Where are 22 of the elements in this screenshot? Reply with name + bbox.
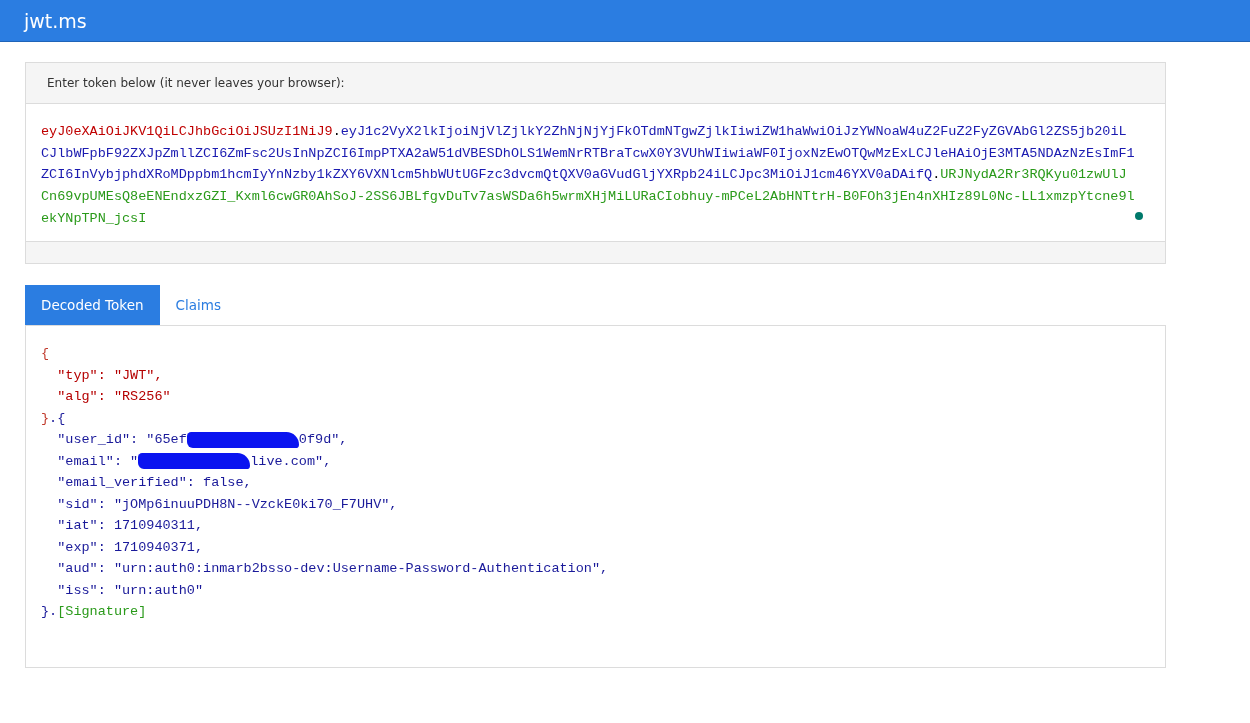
app-title: jwt.ms [24, 9, 87, 32]
code-text: "iss": "urn:auth0" [56, 582, 204, 598]
panel-heading: Enter token below (it never leaves your browser): [47, 76, 345, 90]
code-text: "typ": "JWT", [56, 367, 163, 383]
code-text: { [41, 346, 50, 362]
tab[interactable]: Decoded Token [25, 285, 160, 325]
code-text: }. [41, 604, 58, 620]
code-text: "sid": "jOMp6inuuPDH8N--VzckE0ki70_F7UHV", [56, 496, 398, 512]
code-text: 0f9d", [298, 432, 348, 448]
code-text: "email": " [56, 453, 139, 469]
code-text: [Signature] [57, 604, 147, 620]
code-text: live.com", [250, 453, 332, 469]
code-text: "user_id": "65ef [56, 432, 187, 448]
code-text: "exp": 1710940371, [56, 539, 204, 555]
tab[interactable]: Claims [159, 285, 237, 325]
code-text: "iat": 1710940311, [56, 518, 204, 534]
code-text: } [41, 410, 50, 426]
code-text: "email_verified": false, [56, 475, 252, 491]
code-text: "alg": "RS256" [56, 389, 171, 405]
token-text: eyJ0eXAiOiJKV1QiLCJhbGciOiJSUzI1NiJ9.eyJ1c2VyX2lkIjoiNjVlZjlkY2ZhNjNjYjFkOTdmNTgwZjlkIiwiZW1haWwiOiJzYWNoaW4uZ2FuZ2FyZGVAbGl2ZS5jb20iLCJlbWFpbF92ZXJpZmllZCI6ZmFsc2UsInNpZCI6ImpPTXA2aW51dVBESDhOLS1WemNrRTBraTcwX0Y3VUhWIiwiaWF0IjoxNzEwOTQwMzExLCJleHAiOjE3MTA5NDAzNzEsImF1ZCI6InVybjphdXRoMDppbm1hcmIyYnNzby1kZXY6VXNlcm5hbWUtUGFzc3dvcmQtQXV0aGVudGljYXRpb24iLCJpc3MiOiJ1cm46YXV0aDAifQ.URJNydA2Rr3RQKyu01zwUlJCn69vpUMEsQ8eENEndxzGZI_Kxml6cwGR0AhSoJ-2SS6JBLfgvDuTv7asWSDa6h5wrmXHjMiLURaCIobhuy-mPCeL2AbHNTtrH-B0FOh3jEn4nXHIz89L0Nc-LL1xmzpYtcne9lekYNpTPN_jcsI [41, 123, 1135, 228]
code-text: .{ [49, 410, 66, 426]
code-text: "aud": "urn:auth0:inmarb2bsso-dev:Username-Password-Authentication", [56, 561, 609, 577]
